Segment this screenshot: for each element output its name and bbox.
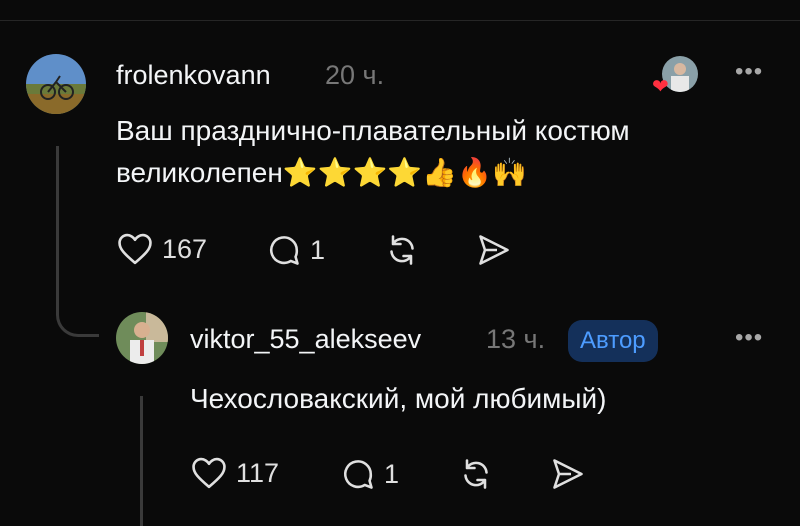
reply-more-icon[interactable]: ••• [735, 324, 763, 352]
reply-reply-count: 1 [384, 458, 400, 489]
thread-curve [56, 296, 99, 337]
thread-line [56, 146, 59, 306]
reply-like-count: 117 [236, 457, 280, 488]
more-icon[interactable]: ••• [735, 58, 763, 86]
reply-button[interactable]: 1 [266, 232, 325, 268]
like-count: 167 [162, 233, 208, 264]
share-button[interactable] [476, 232, 512, 268]
reply-share-button[interactable] [550, 456, 586, 492]
heart-badge-icon: ❤ [652, 76, 669, 98]
comment-avatar[interactable] [26, 54, 86, 114]
repost-icon [390, 235, 414, 265]
like-button[interactable]: 167 [116, 232, 207, 266]
reply-reply-button[interactable]: 1 [340, 456, 399, 492]
reply-text: Чехословакский, мой любимый) [190, 383, 607, 414]
divider [0, 20, 800, 21]
heart-icon [118, 233, 152, 265]
reply-avatar[interactable] [116, 312, 168, 364]
reply-thread-line [140, 396, 143, 526]
reply-time: 13 ч. [486, 324, 546, 354]
share-icon [479, 235, 509, 265]
comment-username[interactable]: frolenkovann [116, 60, 271, 91]
reply-username[interactable]: viktor_55_alekseev [190, 324, 421, 355]
reply-like-button[interactable]: 117 [190, 456, 279, 490]
comment-time: 20 ч. [325, 60, 385, 90]
reply-count: 1 [310, 234, 326, 265]
share-icon [553, 459, 583, 489]
heart-icon [192, 457, 226, 489]
comment-text: Ваш празднично-плавательный костюм велик… [116, 110, 766, 194]
repost-icon [464, 459, 488, 489]
comment-icon [270, 236, 299, 265]
comment-icon [344, 460, 373, 489]
author-badge: Автор [568, 320, 658, 362]
comment-text-line2: великолепен⭐⭐⭐⭐👍🔥🙌 [116, 157, 527, 188]
comment-text-line1: Ваш празднично-плавательный костюм [116, 115, 630, 146]
reply-repost-button[interactable] [458, 456, 494, 492]
repost-button[interactable] [384, 232, 420, 268]
